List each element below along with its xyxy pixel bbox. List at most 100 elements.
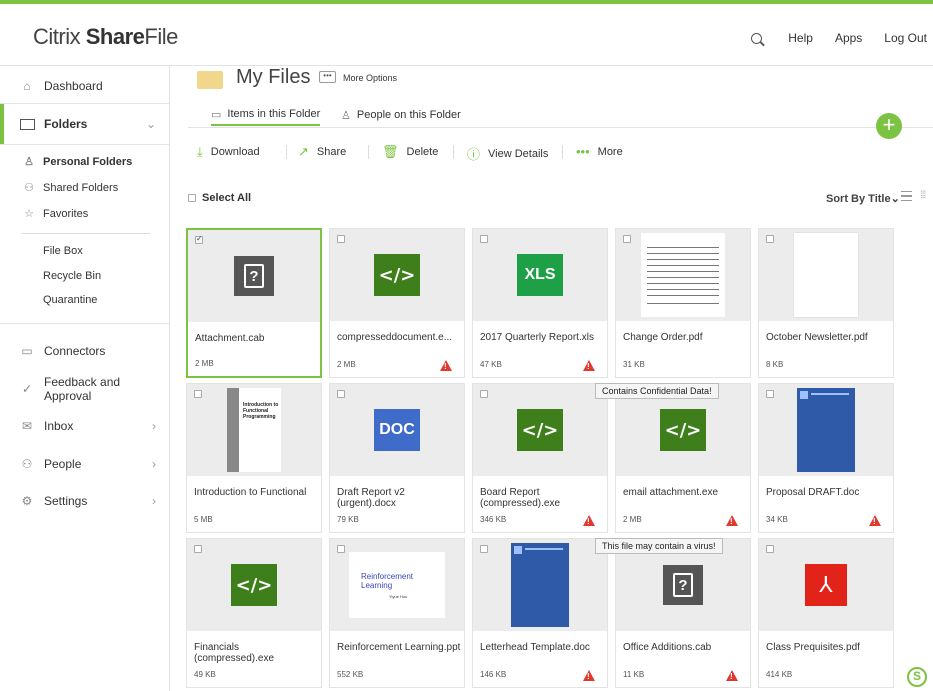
logout-link[interactable]: Log Out [884, 31, 927, 45]
file-tile[interactable]: ? Attachment.cab 2 MB [186, 228, 322, 378]
file-tile[interactable]: </> compresseddocument.e... 2 MB [329, 228, 465, 378]
sidebar-item-feedback[interactable]: ✓ Feedback and Approval [0, 375, 170, 403]
file-name[interactable]: Reinforcement Learning.ppt [337, 642, 462, 653]
file-name[interactable]: Change Order.pdf [623, 332, 748, 343]
file-checkbox[interactable] [195, 234, 203, 244]
share-button[interactable]: ↗ Share [298, 144, 346, 160]
file-checkbox[interactable] [766, 235, 774, 243]
warning-icon[interactable] [583, 670, 595, 681]
file-name[interactable]: email attachment.exe [623, 487, 748, 498]
more-options-icon[interactable]: ••• [319, 71, 336, 83]
view-details-button[interactable]: ⓘ View Details [467, 144, 548, 163]
file-tile[interactable]: Letterhead Template.doc 146 KB [472, 538, 608, 688]
sidebar-item-people[interactable]: ⚇ People › [0, 455, 170, 473]
file-checkbox[interactable] [337, 545, 345, 553]
warning-icon[interactable] [583, 515, 595, 526]
sidebar-item-favorites[interactable]: ☆ Favorites [22, 207, 88, 221]
file-tile[interactable]: </> Financials (compressed).exe 49 KB [186, 538, 322, 688]
file-checkbox[interactable] [766, 545, 774, 553]
list-view-icon[interactable] [901, 191, 912, 201]
file-tile[interactable]: XLS 2017 Quarterly Report.xls 47 KB [472, 228, 608, 378]
file-thumbnail[interactable] [616, 229, 750, 321]
file-name[interactable]: compresseddocument.e... [337, 332, 462, 343]
file-thumbnail[interactable]: ? [188, 230, 320, 322]
document-preview [794, 233, 858, 317]
connectors-icon: ▭ [21, 344, 33, 358]
file-checkbox[interactable] [766, 390, 774, 398]
file-name[interactable]: Draft Report v2 (urgent).docx [337, 487, 462, 509]
file-tile[interactable]: Proposal DRAFT.doc 34 KB [758, 383, 894, 533]
select-all-checkbox[interactable] [188, 194, 196, 202]
sidebar-item-settings[interactable]: ⚙ Settings › [0, 492, 170, 510]
tab-items-in-folder[interactable]: ▭ Items in this Folder [211, 104, 321, 126]
folder-outline-icon: ▭ [211, 108, 222, 121]
file-name[interactable]: Office Additions.cab [623, 642, 748, 653]
file-name[interactable]: Class Prequisites.pdf [766, 642, 891, 653]
file-thumbnail[interactable]: </> [473, 384, 607, 476]
file-name[interactable]: Letterhead Template.doc [480, 642, 605, 653]
warning-icon[interactable] [440, 360, 452, 371]
sidebar-item-shared-folders[interactable]: ⚇ Shared Folders [22, 181, 118, 195]
file-checkbox[interactable] [480, 390, 488, 398]
file-thumbnail[interactable] [759, 384, 893, 476]
file-tile[interactable]: ? Office Additions.cab 11 KB [615, 538, 751, 688]
warning-icon[interactable] [869, 515, 881, 526]
tab-people-on-folder[interactable]: ♙ People on this Folder [341, 104, 461, 126]
add-button[interactable]: + [876, 113, 902, 139]
file-thumbnail[interactable]: DOC [330, 384, 464, 476]
delete-button[interactable]: 🗑 Delete [382, 144, 438, 160]
sidebar-item-folders[interactable]: Folders ⌄ [0, 103, 170, 145]
warning-icon[interactable] [583, 360, 595, 371]
file-name[interactable]: 2017 Quarterly Report.xls [480, 332, 605, 343]
warning-icon[interactable] [726, 515, 738, 526]
file-tile[interactable]: </> Board Report (compressed).exe 346 KB [472, 383, 608, 533]
file-tile[interactable]: Change Order.pdf 31 KB [615, 228, 751, 378]
file-checkbox[interactable] [194, 545, 202, 553]
file-tile[interactable]: DOC Draft Report v2 (urgent).docx 79 KB [329, 383, 465, 533]
file-name[interactable]: Board Report (compressed).exe [480, 487, 605, 509]
sidebar-item-recycle-bin[interactable]: Recycle Bin [43, 270, 101, 282]
file-name[interactable]: October Newsletter.pdf [766, 332, 891, 343]
select-all[interactable]: Select All [188, 192, 251, 204]
file-tile[interactable]: October Newsletter.pdf 8 KB [758, 228, 894, 378]
file-tile[interactable]: Reinforcement Learning Yiyue Hou Reinforce… [329, 538, 465, 688]
file-name[interactable]: Financials (compressed).exe [194, 642, 319, 664]
file-thumbnail[interactable]: </> [330, 229, 464, 321]
download-button[interactable]: ⤓ Download [197, 144, 260, 160]
file-checkbox[interactable] [480, 545, 488, 553]
file-tile[interactable]: Introduction to Functional Programming In… [186, 383, 322, 533]
file-checkbox[interactable] [194, 390, 202, 398]
more-options-button[interactable]: More Options [343, 73, 397, 83]
file-size: 2 MB [337, 360, 356, 369]
grid-view-icon[interactable]: ⁞⁞⁞ [920, 190, 926, 201]
citrix-sharefile-logo[interactable]: Citrix ShareFile [33, 24, 178, 50]
help-link[interactable]: Help [788, 31, 813, 45]
sort-by-dropdown[interactable]: Sort By Title⌄ [826, 192, 900, 205]
file-thumbnail[interactable]: ⅄ [759, 539, 893, 631]
file-checkbox[interactable] [480, 235, 488, 243]
file-name[interactable]: Proposal DRAFT.doc [766, 487, 891, 498]
file-checkbox[interactable] [337, 390, 345, 398]
warning-icon[interactable] [726, 670, 738, 681]
file-thumbnail[interactable] [759, 229, 893, 321]
file-thumbnail[interactable]: Introduction to Functional Programming [187, 384, 321, 476]
more-button[interactable]: ••• More [576, 144, 623, 159]
file-thumbnail[interactable]: XLS [473, 229, 607, 321]
file-name[interactable]: Introduction to Functional [194, 487, 319, 498]
file-name[interactable]: Attachment.cab [195, 333, 320, 344]
file-thumbnail[interactable]: Reinforcement Learning Yiyue Hou [330, 539, 464, 631]
sidebar-item-quarantine[interactable]: Quarantine [43, 294, 97, 306]
sidebar-item-file-box[interactable]: File Box [43, 245, 83, 257]
apps-link[interactable]: Apps [835, 31, 862, 45]
file-checkbox[interactable] [337, 235, 345, 243]
file-thumbnail[interactable] [473, 539, 607, 631]
sidebar-item-personal-folders[interactable]: ♙ Personal Folders [22, 155, 132, 169]
search-icon[interactable] [751, 32, 763, 44]
file-tile[interactable]: </> email attachment.exe 2 MB [615, 383, 751, 533]
sidebar-item-connectors[interactable]: ▭ Connectors [0, 342, 170, 360]
file-thumbnail[interactable]: </> [187, 539, 321, 631]
file-tile[interactable]: ⅄ Class Prequisites.pdf 414 KB [758, 538, 894, 688]
sidebar-item-dashboard[interactable]: ⌂ Dashboard [0, 77, 170, 95]
file-checkbox[interactable] [623, 235, 631, 243]
sidebar-item-inbox[interactable]: ✉ Inbox › [0, 417, 170, 435]
